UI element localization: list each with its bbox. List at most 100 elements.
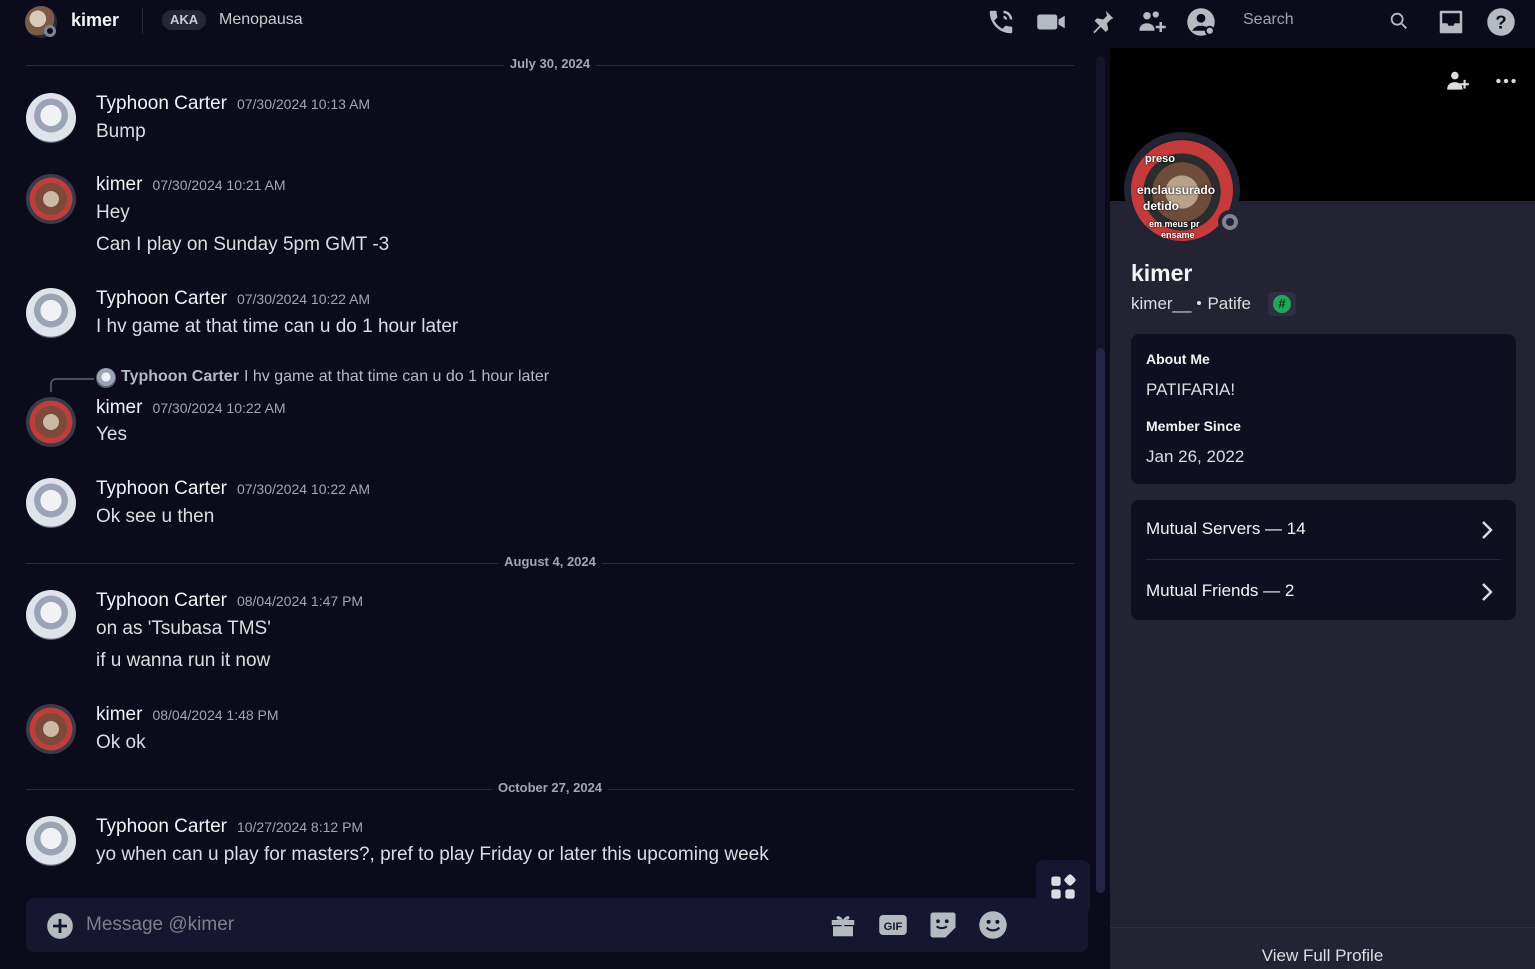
chat-scrollbar-thumb[interactable] (1096, 348, 1105, 893)
more-icon[interactable] (1493, 68, 1519, 94)
message-timestamp: 07/30/2024 10:22 AM (152, 400, 286, 416)
date-divider: July 30, 2024 (26, 56, 1074, 71)
row-divider (1146, 559, 1501, 560)
mutual-friends-row[interactable]: Mutual Friends — 2 (1131, 562, 1516, 622)
mutual-servers-label: Mutual Servers — 14 (1146, 519, 1306, 538)
message-timestamp: 07/30/2024 10:22 AM (236, 291, 371, 307)
gif-icon[interactable]: GIF (878, 910, 908, 940)
inbox-icon[interactable] (1436, 7, 1466, 37)
profile-footer: View Full Profile (1110, 927, 1535, 969)
mutuals-card: Mutual Servers — 14 Mutual Friends — 2 (1131, 500, 1516, 620)
profile-pronoun: Patife (1207, 294, 1251, 313)
member-since-heading: Member Since (1146, 418, 1241, 434)
avatar[interactable] (26, 174, 76, 224)
message-text: Ok ok (96, 732, 146, 753)
message-header: Typhoon Carter 07/30/2024 10:13 AM (96, 93, 370, 115)
avatar-caption: preso (1145, 153, 1175, 165)
message-timestamp: 08/04/2024 1:48 PM (152, 707, 279, 723)
help-icon[interactable]: ? (1486, 7, 1516, 37)
avatar[interactable] (26, 590, 76, 640)
chevron-right-icon (1477, 518, 1497, 542)
title-separator (142, 8, 143, 34)
message-input[interactable] (86, 914, 786, 936)
message-text: Ok see u then (96, 506, 215, 527)
message-header: kimer 07/30/2024 10:21 AM (96, 174, 286, 196)
avatar[interactable] (26, 288, 76, 338)
message-author[interactable]: kimer (96, 704, 142, 725)
video-camera-icon[interactable] (1036, 7, 1066, 37)
reply-text: I hv game at that time can u do 1 hour l… (244, 368, 550, 385)
message-text: Can I play on Sunday 5pm GMT -3 (96, 234, 390, 255)
chat-scrollbar[interactable] (1096, 56, 1105, 893)
view-full-profile-link[interactable]: View Full Profile (1110, 946, 1535, 966)
plus-circle-icon[interactable] (46, 912, 74, 940)
emoji-icon[interactable] (978, 910, 1008, 940)
avatar-caption: ensame (1161, 230, 1195, 240)
message-list: July 30, 2024 Typhoon Carter 07/30/2024 1… (0, 48, 1110, 969)
phone-call-icon[interactable] (986, 7, 1016, 37)
message-text: I hv game at that time can u do 1 hour l… (96, 316, 459, 337)
message-header: kimer 08/04/2024 1:48 PM (96, 704, 279, 726)
status-indicator-offline (44, 25, 56, 37)
message-text: yo when can u play for masters?, pref to… (96, 844, 769, 865)
message-author[interactable]: Typhoon Carter (96, 288, 227, 309)
mutual-friends-label: Mutual Friends — 2 (1146, 581, 1295, 600)
gift-icon[interactable] (828, 910, 858, 940)
message-timestamp: 08/04/2024 1:47 PM (236, 593, 364, 609)
add-friend-icon[interactable] (1444, 68, 1470, 94)
message-author[interactable]: Typhoon Carter (96, 590, 227, 611)
mutual-servers-row[interactable]: Mutual Servers — 14 (1131, 500, 1516, 560)
message-header: Typhoon Carter 07/30/2024 10:22 AM (96, 478, 370, 500)
about-heading: About Me (1146, 351, 1210, 367)
dm-user-name[interactable]: kimer (71, 10, 119, 31)
svg-text:GIF: GIF (884, 921, 903, 933)
svg-text:?: ? (1495, 11, 1506, 32)
member-since-date: Jan 26, 2022 (1146, 447, 1245, 466)
message-timestamp: 07/30/2024 10:13 AM (236, 96, 371, 112)
reply-author[interactable]: Typhoon Carter (121, 368, 239, 386)
message-author[interactable]: Typhoon Carter (96, 478, 227, 499)
date-divider-label: August 4, 2024 (498, 554, 602, 569)
status-indicator-offline (1218, 210, 1242, 234)
message-timestamp: 07/30/2024 10:21 AM (152, 177, 286, 193)
chevron-right-icon (1477, 580, 1497, 604)
sticker-icon[interactable] (928, 910, 958, 940)
message-author[interactable]: kimer (96, 397, 142, 418)
add-friends-icon[interactable] (1137, 7, 1167, 37)
profile-username: kimer__ (1131, 294, 1192, 313)
aka-badge: AKA (162, 10, 207, 30)
avatar[interactable] (26, 93, 76, 143)
message-header: kimer 07/30/2024 10:22 AM (96, 397, 286, 419)
avatar[interactable] (26, 704, 76, 754)
apps-button[interactable] (1036, 860, 1090, 914)
profile-tagline: kimer__ Patife (1131, 294, 1251, 314)
reply-avatar (96, 368, 116, 388)
profile-badge[interactable]: # (1268, 292, 1296, 316)
aka-name: Menopausa (219, 11, 303, 28)
message-text: if u wanna run it now (96, 650, 271, 671)
message-header: Typhoon Carter 07/30/2024 10:22 AM (96, 288, 370, 310)
profile-avatar[interactable]: preso enclausurado detido em meus pr ens… (1124, 132, 1242, 248)
title-bar: kimer AKA Menopausa Search ? (0, 0, 1535, 48)
message-header: Typhoon Carter 10/27/2024 8:12 PM (96, 816, 363, 838)
about-card: About Me PATIFARIA! Member Since Jan 26,… (1131, 334, 1516, 484)
message-text: Yes (96, 424, 127, 445)
profile-display-name: kimer (1131, 260, 1193, 286)
search-bar[interactable]: Search (1232, 6, 1422, 36)
message-timestamp: 07/30/2024 10:22 AM (236, 481, 371, 497)
pin-icon[interactable] (1087, 7, 1117, 37)
avatar-caption: em meus pr (1149, 219, 1200, 229)
message-text: on as 'Tsubasa TMS' (96, 618, 271, 639)
search-icon (1388, 10, 1410, 32)
date-divider: October 27, 2024 (26, 780, 1074, 795)
search-placeholder: Search (1243, 11, 1294, 28)
message-author[interactable]: kimer (96, 174, 142, 195)
date-divider: August 4, 2024 (26, 554, 1074, 569)
avatar[interactable] (26, 478, 76, 528)
avatar[interactable] (26, 397, 76, 447)
message-author[interactable]: Typhoon Carter (96, 93, 227, 114)
message-author[interactable]: Typhoon Carter (96, 816, 227, 837)
hashtag-badge-icon: # (1273, 295, 1291, 313)
avatar[interactable] (26, 816, 76, 866)
user-profile-icon[interactable] (1186, 7, 1216, 37)
